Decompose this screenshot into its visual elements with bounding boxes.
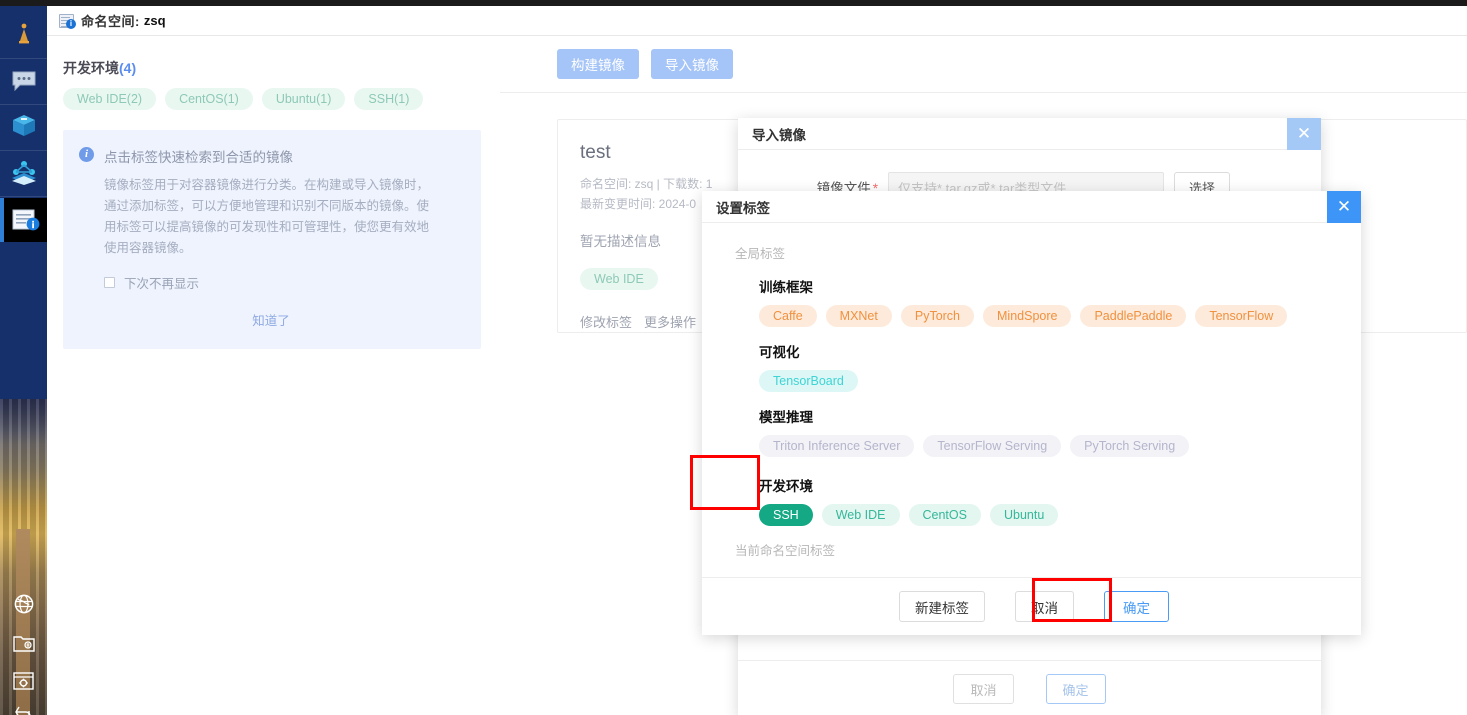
tag-section-row: Triton Inference Server TensorFlow Servi… xyxy=(759,435,1361,457)
image-toolbar: 构建镜像 导入镜像 xyxy=(500,36,1467,93)
tag-ubuntu[interactable]: Ubuntu xyxy=(989,504,1059,526)
filter-tag-centos[interactable]: CentOS(1) xyxy=(165,88,253,110)
info-banner-head: i 点击标签快速检索到合适的镜像 xyxy=(79,146,463,166)
tag-web-ide[interactable]: Web IDE xyxy=(821,504,900,526)
tag-section-row: SSH Web IDE CentOS Ubuntu xyxy=(759,504,1361,526)
set-tags-confirm-button[interactable]: 确定 xyxy=(1104,591,1169,622)
import-dialog-title: 导入镜像 xyxy=(752,127,806,143)
tag-section-heading: 可视化 xyxy=(759,345,800,360)
tag-pytorch-serving[interactable]: PyTorch Serving xyxy=(1070,435,1190,457)
dev-env-group-title: 开发环境(4) xyxy=(63,58,499,78)
user-profile-icon[interactable] xyxy=(0,14,47,54)
tag-ssh[interactable]: SSH xyxy=(759,504,813,526)
more-actions-action[interactable]: 更多操作 xyxy=(644,312,696,331)
build-image-button[interactable]: 构建镜像 xyxy=(557,49,639,79)
tag-pytorch[interactable]: PyTorch xyxy=(900,305,975,327)
close-icon[interactable]: ✕ xyxy=(1327,191,1361,223)
screen: i 命名空间: zsq 开发环境(4) Web IDE(2) CentOS(1)… xyxy=(0,0,1467,715)
dev-env-group-label: 开发环境 xyxy=(63,60,119,76)
dev-env-tag-row: Web IDE(2) CentOS(1) Ubuntu(1) SSH(1) xyxy=(63,88,499,110)
tag-mindspore[interactable]: MindSpore xyxy=(983,305,1072,327)
dock-divider xyxy=(0,58,47,59)
import-dialog-footer: 取消 确定 xyxy=(738,660,1321,715)
set-tags-dialog-footer: 新建标签 取消 确定 xyxy=(702,577,1361,635)
folder-transfer-icon[interactable] xyxy=(0,624,47,664)
namespace-header: i 命名空间: zsq xyxy=(47,6,1467,36)
set-tags-dialog-header: 设置标签 xyxy=(702,191,1361,223)
tag-section-row: Caffe MXNet PyTorch MindSpore PaddlePadd… xyxy=(759,305,1361,327)
dock-divider xyxy=(0,104,47,105)
namespace-label: 命名空间: xyxy=(81,14,140,29)
set-tags-cancel-button[interactable]: 取消 xyxy=(1015,591,1074,622)
edit-tags-action[interactable]: 修改标签 xyxy=(580,312,632,331)
application-window: i 命名空间: zsq 开发环境(4) Web IDE(2) CentOS(1)… xyxy=(47,6,1467,715)
import-image-button[interactable]: 导入镜像 xyxy=(651,49,733,79)
image-registry-icon[interactable] xyxy=(0,198,47,242)
namespace-value: zsq xyxy=(143,13,166,28)
cluster-network-icon[interactable] xyxy=(0,153,47,193)
info-banner: i 点击标签快速检索到合适的镜像 镜像标签用于对容器镜像进行分类。在构建或导入镜… xyxy=(63,130,481,349)
tag-tensorboard[interactable]: TensorBoard xyxy=(759,370,858,392)
info-icon: i xyxy=(79,147,94,162)
tag-mxnet[interactable]: MXNet xyxy=(825,305,892,327)
dock-divider xyxy=(0,196,47,197)
tag-centos[interactable]: CentOS xyxy=(908,504,981,526)
recycle-download-icon[interactable] xyxy=(0,694,47,715)
tag-filter-panel: 开发环境(4) Web IDE(2) CentOS(1) Ubuntu(1) S… xyxy=(47,36,499,715)
globe-icon[interactable] xyxy=(0,584,47,624)
tag-section-heading: 开发环境 xyxy=(759,479,813,494)
tag-triton-inference-server[interactable]: Triton Inference Server xyxy=(759,435,915,457)
tag-tensorflow[interactable]: TensorFlow xyxy=(1195,305,1288,327)
info-banner-body: 镜像标签用于对容器镜像进行分类。在构建或导入镜像时，通过添加标签，可以方便地管理… xyxy=(104,178,430,255)
checkbox-box[interactable] xyxy=(104,277,115,288)
filter-tag-webide[interactable]: Web IDE(2) xyxy=(63,88,157,110)
tag-section-heading: 模型推理 xyxy=(759,410,813,425)
filter-tag-ubuntu[interactable]: Ubuntu(1) xyxy=(261,88,346,110)
info-banner-title: 点击标签快速检索到合适的镜像 xyxy=(104,150,293,165)
import-dialog-header: 导入镜像 xyxy=(738,118,1321,150)
info-banner-ok-link[interactable]: 知道了 xyxy=(79,310,463,329)
import-confirm-button[interactable]: 确定 xyxy=(1045,674,1106,704)
os-dock[interactable] xyxy=(0,6,47,715)
tag-section-row: TensorBoard xyxy=(759,370,1361,392)
current-namespace-tags-label: 当前命名空间标签 xyxy=(735,544,836,558)
tag-paddlepaddle[interactable]: PaddlePaddle xyxy=(1080,305,1187,327)
tag-section-heading: 训练框架 xyxy=(759,280,813,295)
namespace-icon: i xyxy=(59,13,76,29)
dev-env-group-count: (4) xyxy=(119,60,137,76)
checkbox-label: 下次不再显示 xyxy=(124,277,200,291)
filter-tag-ssh[interactable]: SSH(1) xyxy=(354,88,424,110)
dont-show-again-checkbox[interactable]: 下次不再显示 xyxy=(104,273,463,292)
tag-section-visualization: 可视化 TensorBoard xyxy=(759,341,1361,392)
container-cube-icon[interactable] xyxy=(0,106,47,146)
new-tag-button[interactable]: 新建标签 xyxy=(899,591,985,622)
close-icon[interactable]: ✕ xyxy=(1287,118,1321,150)
tag-section-model-inference: 模型推理 Triton Inference Server TensorFlow … xyxy=(759,406,1361,457)
global-tags-label: 全局标签 xyxy=(735,247,786,261)
tag-section-dev-environment: 开发环境 SSH Web IDE CentOS Ubuntu xyxy=(759,475,1361,526)
tag-tensorflow-serving[interactable]: TensorFlow Serving xyxy=(923,435,1062,457)
set-tags-dialog-body: 全局标签 训练框架 Caffe MXNet PyTorch MindSpore … xyxy=(702,223,1361,579)
import-cancel-button[interactable]: 取消 xyxy=(953,674,1014,704)
set-tags-dialog: 设置标签 ✕ 全局标签 训练框架 Caffe MXNet PyTorch Min… xyxy=(702,191,1361,635)
set-tags-dialog-title: 设置标签 xyxy=(716,200,770,216)
dock-divider xyxy=(0,150,47,151)
chat-bubble-icon[interactable] xyxy=(0,61,47,101)
tag-section-training-frameworks: 训练框架 Caffe MXNet PyTorch MindSpore Paddl… xyxy=(759,276,1361,327)
tag-caffe[interactable]: Caffe xyxy=(759,305,817,327)
image-card-tag-webide[interactable]: Web IDE xyxy=(580,268,658,290)
